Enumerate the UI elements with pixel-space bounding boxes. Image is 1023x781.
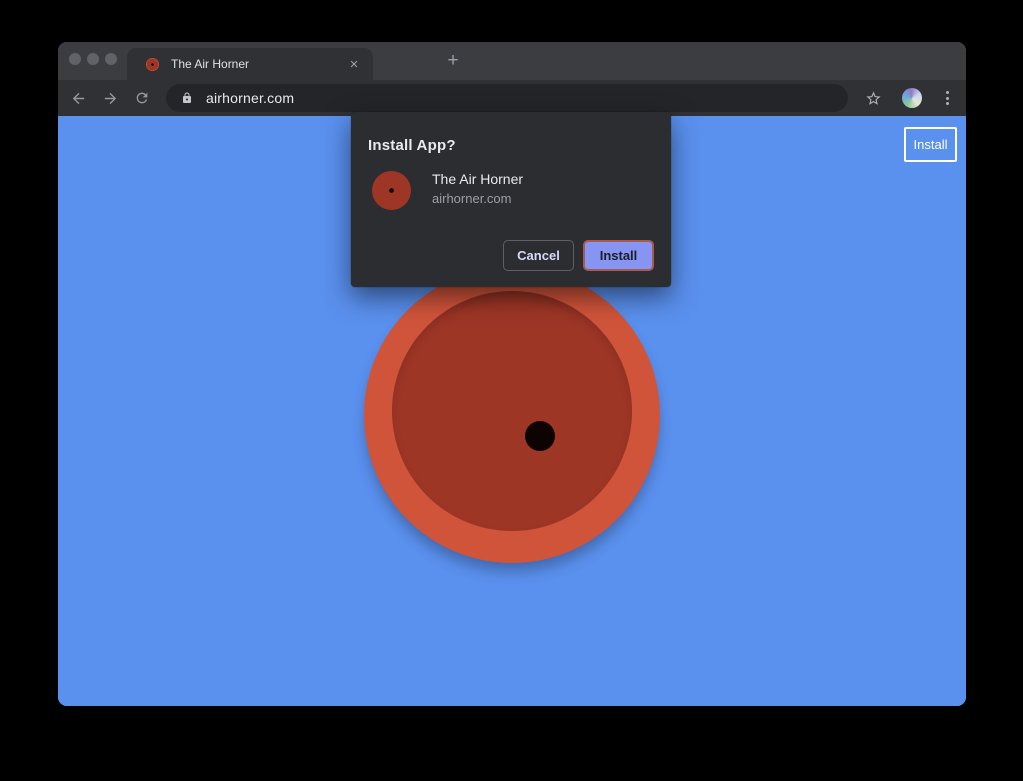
address-bar[interactable]: airhorner.com xyxy=(166,84,848,112)
reload-icon[interactable] xyxy=(133,89,151,107)
screenshot-background: The Air Horner × + airhorner.com xyxy=(0,0,1023,781)
install-app-dialog: Install App? The Air Horner airhorner.co… xyxy=(351,112,671,287)
forward-icon[interactable] xyxy=(101,89,119,107)
bookmark-star-icon[interactable] xyxy=(864,89,882,107)
lock-icon[interactable] xyxy=(178,89,196,107)
air-horn-inner-circle xyxy=(392,291,632,531)
dialog-buttons: Cancel Install xyxy=(503,240,654,271)
air-horn-center-dot xyxy=(525,421,555,451)
dialog-title: Install App? xyxy=(368,137,456,154)
new-tab-icon[interactable]: + xyxy=(443,50,463,72)
app-domain: airhorner.com xyxy=(432,191,523,206)
profile-avatar[interactable] xyxy=(902,88,922,108)
zoom-window-button[interactable] xyxy=(105,53,117,65)
airhorner-favicon-icon xyxy=(146,58,159,71)
browser-window: The Air Horner × + airhorner.com xyxy=(58,42,966,706)
app-info: The Air Horner airhorner.com xyxy=(432,171,523,206)
close-window-button[interactable] xyxy=(69,53,81,65)
tab-close-icon[interactable]: × xyxy=(345,57,363,72)
minimize-window-button[interactable] xyxy=(87,53,99,65)
air-horn-button[interactable] xyxy=(364,267,660,563)
app-name: The Air Horner xyxy=(432,171,523,187)
url-text: airhorner.com xyxy=(206,90,294,106)
cancel-button[interactable]: Cancel xyxy=(503,240,574,271)
window-controls xyxy=(69,53,117,65)
tab-the-air-horner[interactable]: The Air Horner × xyxy=(127,48,373,80)
browser-menu-icon[interactable] xyxy=(938,89,956,107)
install-button[interactable]: Install xyxy=(583,240,654,271)
tab-strip: The Air Horner × + xyxy=(58,42,966,80)
page-install-button[interactable]: Install xyxy=(904,127,957,162)
back-icon[interactable] xyxy=(69,89,87,107)
browser-toolbar: airhorner.com xyxy=(58,80,966,116)
tab-title: The Air Horner xyxy=(171,57,345,71)
app-icon xyxy=(372,171,411,210)
